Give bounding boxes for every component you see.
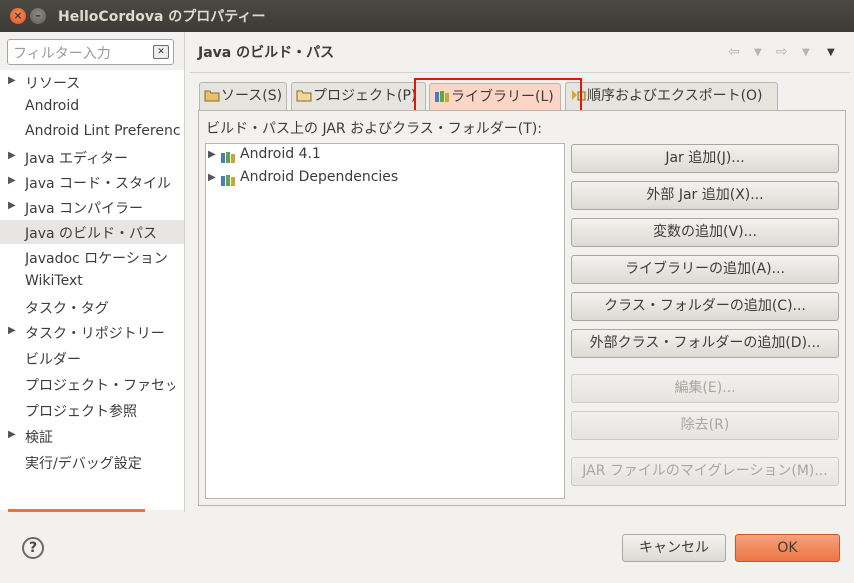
library-icon [221, 152, 235, 163]
tree-item-java-compiler[interactable]: ▶ Java コンパイラー [0, 195, 184, 219]
expand-arrow-icon[interactable]: ▶ [208, 172, 216, 183]
help-icon[interactable]: ? [22, 537, 44, 559]
add-external-jar-button[interactable]: 外部 Jar 追加(X)... [571, 181, 839, 210]
remove-button[interactable]: 除去(R) [571, 411, 839, 440]
migrate-jar-button[interactable]: JAR ファイルのマイグレーション(M)... [571, 457, 839, 486]
back-arrow-icon[interactable]: ⇦ [728, 44, 740, 60]
tree-item-label: Java コード・スタイル [25, 176, 172, 192]
expand-arrow-icon[interactable]: ▶ [8, 429, 16, 440]
tab-order-export[interactable]: 順序およびエクスポート(O) [565, 82, 778, 110]
tree-item-label: プロジェクト参照 [25, 404, 137, 420]
page-title: Java のビルド・パス [198, 45, 335, 61]
tree-item-label: 検証 [25, 430, 53, 446]
add-variable-button[interactable]: 変数の追加(V)... [571, 218, 839, 247]
tab-projects[interactable]: プロジェクト(P) [291, 82, 426, 110]
library-label: Android Dependencies [240, 169, 399, 185]
minimize-window-button[interactable]: – [30, 8, 46, 24]
highlight-annotation [414, 78, 582, 114]
list-item[interactable]: ▶ Android 4.1 [206, 145, 564, 167]
tree-item-javadoc-location[interactable]: Javadoc ロケーション [0, 245, 184, 269]
header-divider [190, 72, 850, 73]
horizontal-scrollbar[interactable] [8, 509, 145, 512]
tree-item-run-debug-settings[interactable]: 実行/デバッグ設定 [0, 450, 184, 474]
tree-item-label: 実行/デバッグ設定 [25, 456, 142, 472]
tab-source[interactable]: ソース(S) [199, 82, 287, 110]
tree-item-project-facets[interactable]: プロジェクト・ファセット [0, 372, 184, 396]
ok-button[interactable]: OK [735, 534, 840, 562]
tree-item-label: WikiText [25, 273, 83, 289]
tree-item-label: Android [25, 98, 80, 114]
tree-item-label: Java コンパイラー [25, 201, 144, 217]
expand-arrow-icon[interactable]: ▶ [208, 149, 216, 160]
tree-item-label: Java エディター [25, 151, 129, 167]
tree-item-java-editor[interactable]: ▶ Java エディター [0, 145, 184, 169]
tree-item-android-lint[interactable]: Android Lint Preferences [0, 120, 184, 144]
minimize-icon: – [35, 9, 41, 22]
tree-item-label: タスク・タグ [25, 301, 109, 317]
tab-label: 順序およびエクスポート(O) [587, 88, 763, 104]
list-item[interactable]: ▶ Android Dependencies [206, 168, 564, 190]
add-external-class-folder-button[interactable]: 外部クラス・フォルダーの追加(D)... [571, 329, 839, 358]
add-jar-button[interactable]: Jar 追加(J)... [571, 144, 839, 173]
clear-filter-icon[interactable]: ✕ [153, 45, 169, 59]
view-menu-chevron-icon[interactable]: ▼ [827, 47, 835, 58]
tab-label: ソース(S) [221, 88, 283, 104]
tree-item-label: リソース [25, 76, 81, 92]
forward-arrow-icon[interactable]: ⇨ [776, 44, 788, 60]
source-folder-icon [204, 90, 220, 102]
tree-item-task-tags[interactable]: タスク・タグ [0, 295, 184, 319]
expand-arrow-icon[interactable]: ▶ [8, 175, 16, 186]
tree-item-java-build-path[interactable]: Java のビルド・パス [0, 220, 184, 244]
back-menu-chevron-icon[interactable]: ▼ [754, 47, 762, 58]
tree-item-validation[interactable]: ▶ 検証 [0, 424, 184, 448]
forward-menu-chevron-icon[interactable]: ▼ [802, 47, 810, 58]
filter-input[interactable]: フィルター入力 ✕ [7, 39, 174, 65]
properties-tree[interactable]: ▶ リソース Android Android Lint Preferences ▶… [0, 70, 184, 510]
tree-item-label: Javadoc ロケーション [25, 251, 168, 267]
tree-item-wikitext[interactable]: WikiText [0, 270, 184, 294]
tree-item-label: プロジェクト・ファセット [25, 378, 175, 394]
pane-divider[interactable] [184, 32, 185, 512]
window-title: HelloCordova のプロパティー [58, 9, 266, 25]
tree-item-android[interactable]: Android [0, 95, 184, 119]
tree-item-label: ビルダー [25, 352, 81, 368]
tree-item-java-code-style[interactable]: ▶ Java コード・スタイル [0, 170, 184, 194]
project-folder-icon [296, 90, 312, 102]
history-nav: ⇦ ▼ ⇨ ▼ ▼ [728, 44, 843, 62]
tab-label: プロジェクト(P) [313, 88, 417, 104]
tree-item-project-references[interactable]: プロジェクト参照 [0, 398, 184, 422]
edit-button[interactable]: 編集(E)... [571, 374, 839, 403]
library-label: Android 4.1 [240, 146, 321, 162]
cancel-button[interactable]: キャンセル [622, 534, 726, 562]
title-bar: × – HelloCordova のプロパティー [0, 0, 854, 32]
tree-item-builders[interactable]: ビルダー [0, 346, 184, 370]
expand-arrow-icon[interactable]: ▶ [8, 150, 16, 161]
add-class-folder-button[interactable]: クラス・フォルダーの追加(C)... [571, 292, 839, 321]
tree-item-resources[interactable]: ▶ リソース [0, 70, 184, 94]
tree-item-label: タスク・リポジトリー [25, 326, 165, 342]
library-icon [221, 175, 235, 186]
expand-arrow-icon[interactable]: ▶ [8, 200, 16, 211]
close-icon: × [13, 9, 23, 22]
filter-placeholder: フィルター入力 [13, 46, 111, 62]
close-window-button[interactable]: × [10, 8, 26, 24]
libraries-list-label: ビルド・パス上の JAR およびクラス・フォルダー(T): [206, 121, 542, 137]
tree-item-label: Android Lint Preferences [25, 123, 180, 139]
expand-arrow-icon[interactable]: ▶ [8, 325, 16, 336]
tree-item-label: Java のビルド・パス [25, 226, 158, 242]
expand-arrow-icon[interactable]: ▶ [8, 75, 16, 86]
add-library-button[interactable]: ライブラリーの追加(A)... [571, 255, 839, 284]
libraries-list[interactable]: ▶ Android 4.1 ▶ Android Dependencies [205, 143, 565, 499]
tree-item-task-repository[interactable]: ▶ タスク・リポジトリー [0, 320, 184, 344]
